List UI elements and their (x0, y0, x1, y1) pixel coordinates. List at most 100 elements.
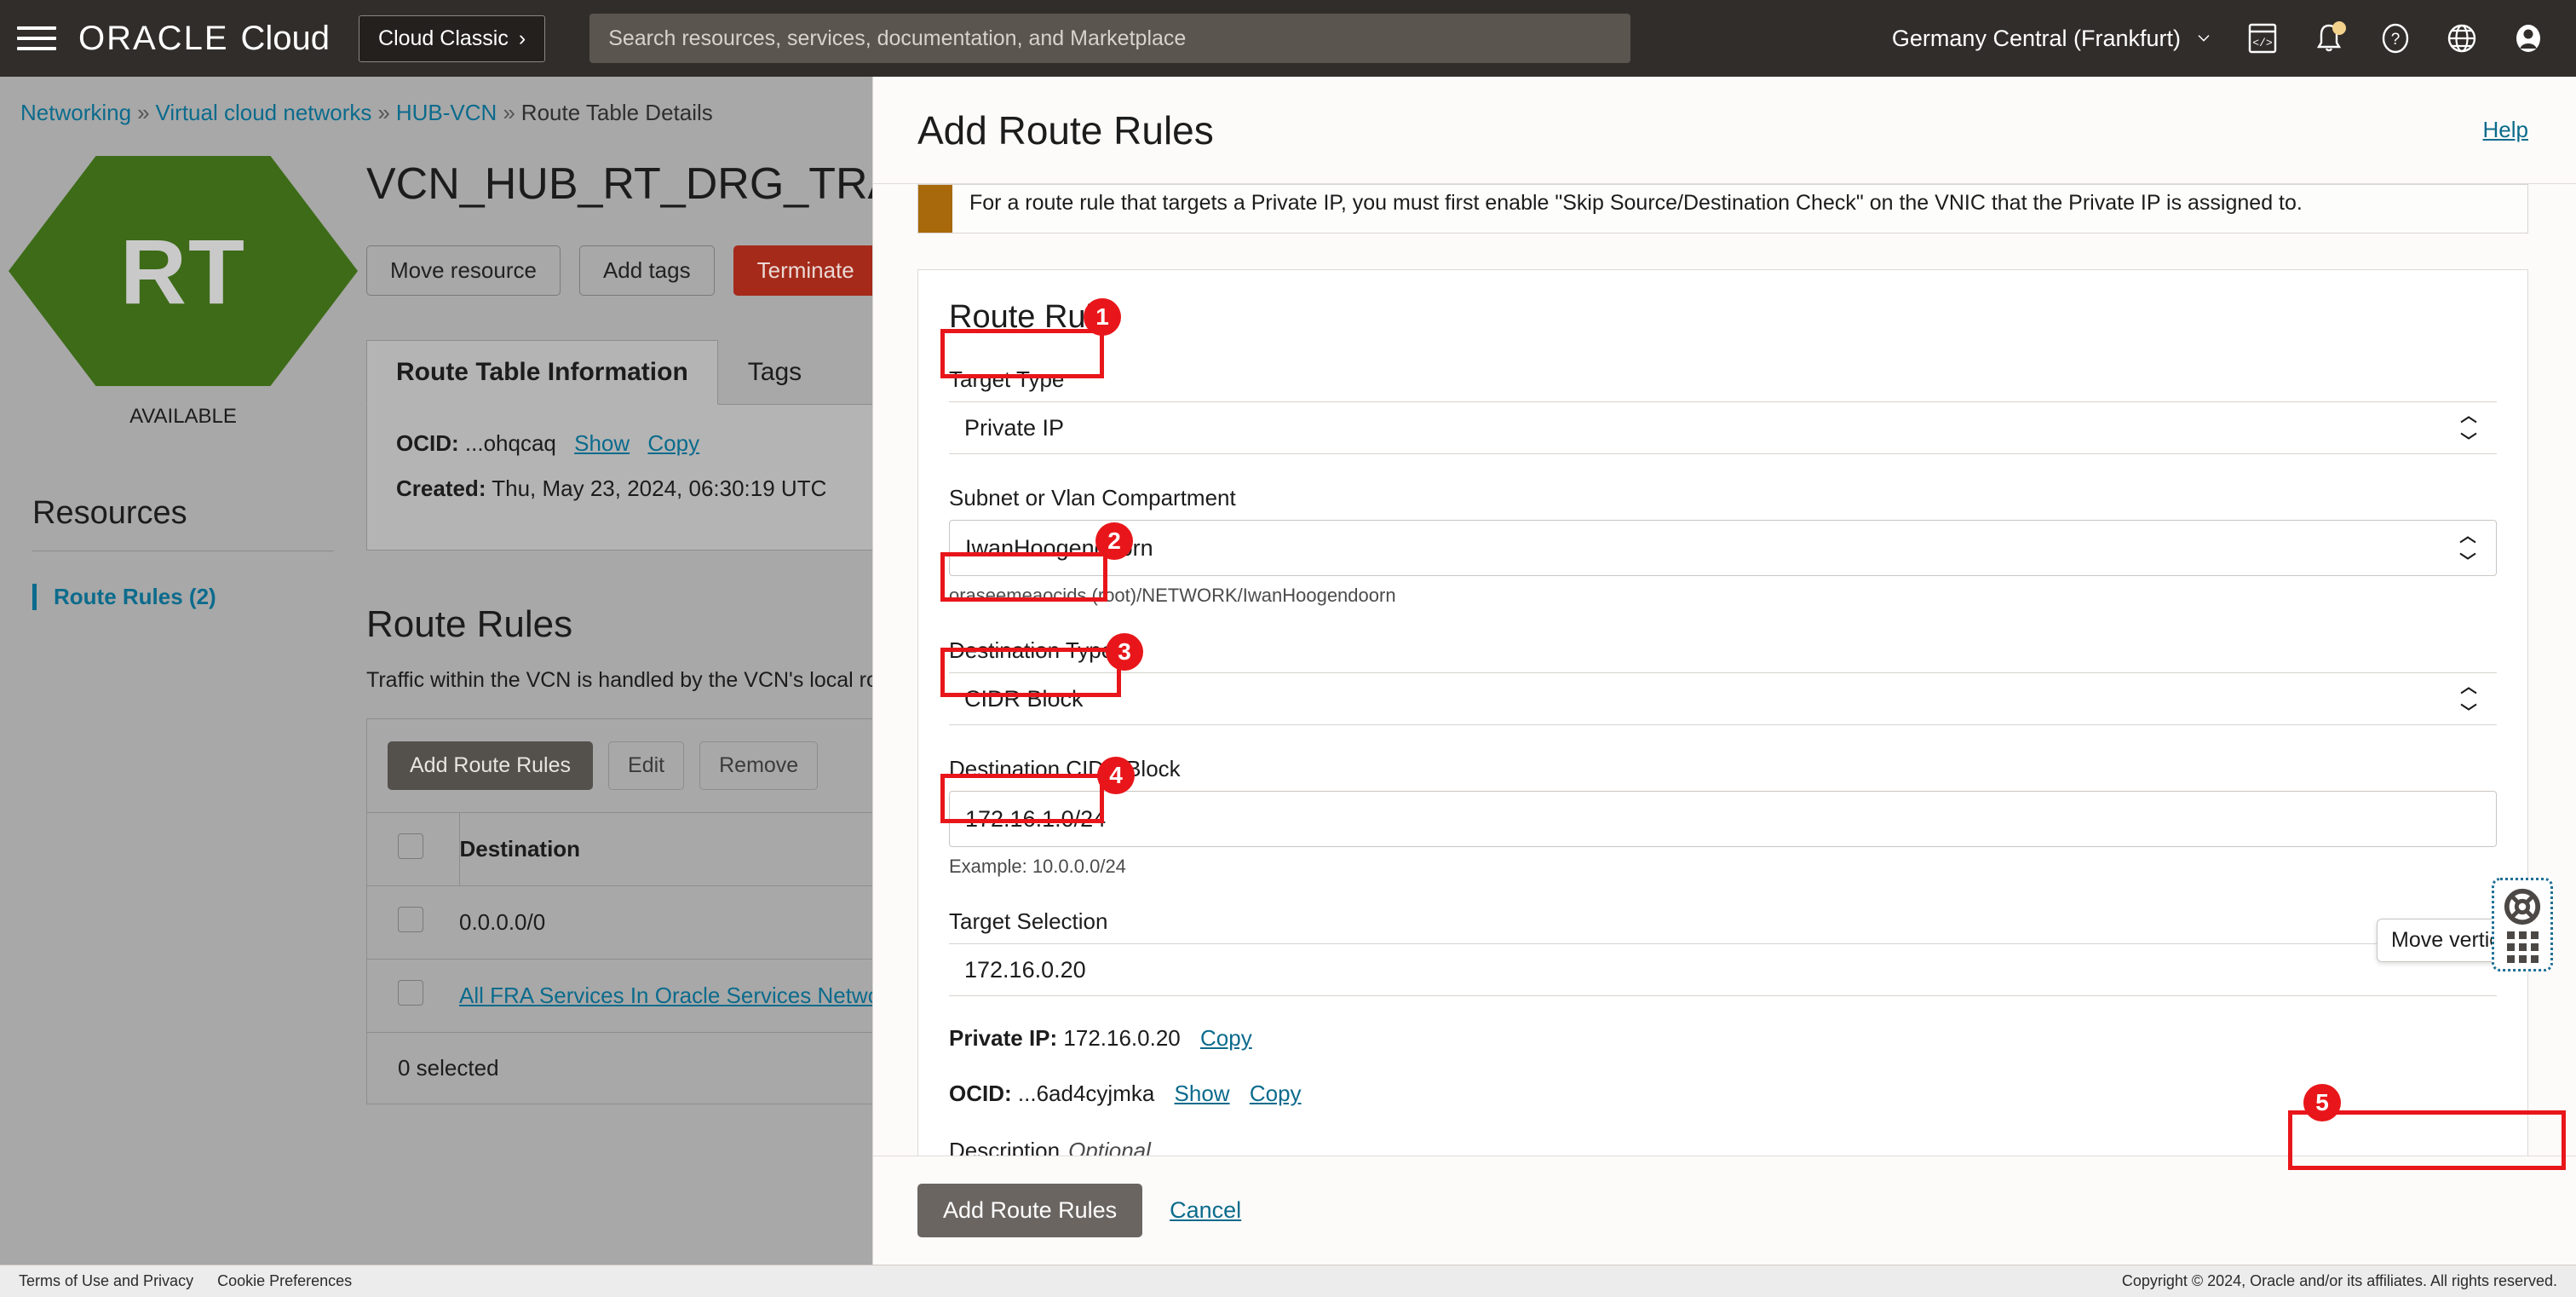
spinner-chevrons-icon[interactable] (2458, 413, 2480, 443)
private-ip-value: 172.16.0.20 (1063, 1025, 1180, 1051)
target-type-label: Target Type (949, 366, 2497, 393)
destination-type-select[interactable]: CIDR Block (949, 672, 2497, 725)
grip-dot (2507, 943, 2515, 951)
search-input[interactable] (608, 26, 1612, 51)
global-search[interactable] (589, 14, 1630, 63)
destination-cidr-helper-text: Example: 10.0.0.0/24 (949, 856, 2497, 878)
hamburger-line (17, 47, 56, 50)
add-tags-button[interactable]: Add tags (579, 245, 715, 296)
spinner-chevrons-icon[interactable] (2457, 533, 2479, 563)
hamburger-icon[interactable] (17, 19, 56, 58)
ocid-copy-link[interactable]: Copy (647, 430, 699, 456)
breadcrumb-item-networking[interactable]: Networking (20, 100, 131, 125)
support-widget[interactable] (2492, 878, 2553, 971)
annotation-marker-3: 3 (1106, 633, 1143, 671)
destination-link[interactable]: All FRA Services In Oracle Services Netw… (459, 983, 899, 1008)
breadcrumb-item-vcns[interactable]: Virtual cloud networks (156, 100, 372, 125)
grip-dot (2507, 955, 2515, 963)
code-editor-icon[interactable]: </> (2244, 20, 2281, 57)
warning-text: For a route rule that targets a Private … (952, 185, 2320, 233)
description-label: Description Optional (949, 1138, 2497, 1156)
drag-grip-icon[interactable] (2507, 931, 2539, 963)
select-all-checkbox[interactable] (398, 833, 423, 859)
description-label-text: Description (949, 1138, 1060, 1156)
top-navigation-bar: ORACLE Cloud Cloud Classic › Germany Cen… (0, 0, 2576, 77)
panel-ocid-row: OCID: ...6ad4cyjmka Show Copy (949, 1081, 2497, 1107)
spinner-chevrons-icon[interactable] (2458, 684, 2480, 714)
help-icon[interactable]: ? (2377, 20, 2414, 57)
grip-dot (2531, 931, 2539, 939)
target-selection-field: Target Selection 172.16.0.20 (949, 908, 2497, 996)
destination-cidr-label: Destination CIDR Block (949, 756, 2497, 782)
grip-dot (2519, 943, 2527, 951)
tab-route-table-information[interactable]: Route Table Information (366, 340, 718, 405)
grip-dot (2531, 943, 2539, 951)
sidebar-heading: Resources (32, 495, 358, 532)
row-checkbox[interactable] (398, 907, 423, 932)
chevron-down-icon (2193, 32, 2215, 45)
destination-type-field: Destination Type CIDR Block (949, 637, 2497, 725)
panel-header: Add Route Rules Help (873, 77, 2576, 184)
panel-ocid-copy-link[interactable]: Copy (1250, 1081, 1302, 1106)
page-footer: Terms of Use and Privacy Cookie Preferen… (0, 1265, 2576, 1297)
target-selection-label: Target Selection (949, 908, 2497, 935)
ocid-value: ...ohqcaq (465, 430, 556, 456)
oracle-cloud-logo[interactable]: ORACLE Cloud (78, 20, 330, 58)
grip-dot (2507, 931, 2515, 939)
terminate-button[interactable]: Terminate (733, 245, 878, 296)
compartment-helper-text: oraseemeaocids (root)/NETWORK/IwanHoogen… (949, 585, 2497, 607)
breadcrumb-separator: » (137, 100, 149, 125)
description-optional-tag: Optional (1068, 1138, 1151, 1156)
cancel-link[interactable]: Cancel (1170, 1197, 1241, 1224)
cloud-classic-button[interactable]: Cloud Classic › (359, 15, 545, 62)
target-type-value: Private IP (964, 415, 1064, 441)
panel-ocid-value: ...6ad4cyjmka (1018, 1081, 1154, 1106)
hamburger-line (17, 37, 56, 40)
select-all-cell (367, 813, 459, 886)
target-selection-select[interactable]: 172.16.0.20 (949, 943, 2497, 996)
cookie-preferences-link[interactable]: Cookie Preferences (217, 1272, 352, 1290)
sidebar-item-route-rules[interactable]: Route Rules (2) (32, 584, 358, 610)
help-link[interactable]: Help (2483, 117, 2528, 143)
grip-dot (2519, 931, 2527, 939)
oracle-wordmark: ORACLE (78, 20, 229, 58)
compartment-select[interactable]: IwanHoogendoorn (949, 520, 2497, 576)
breadcrumb-item-hub-vcn[interactable]: HUB-VCN (396, 100, 497, 125)
tab-tags[interactable]: Tags (718, 340, 831, 404)
destination-cidr-input[interactable]: 172.16.1.0/24 (949, 791, 2497, 847)
breadcrumb-separator: » (503, 100, 515, 125)
target-type-select[interactable]: Private IP (949, 401, 2497, 454)
remove-button[interactable]: Remove (699, 741, 818, 790)
avatar-icon[interactable] (2510, 20, 2547, 57)
breadcrumb-item-current: Route Table Details (521, 100, 713, 125)
annotation-marker-4: 4 (1097, 757, 1135, 794)
life-ring-icon (2503, 887, 2542, 926)
resource-badge-text: RT (120, 218, 246, 325)
row-checkbox[interactable] (398, 980, 423, 1006)
warning-banner: For a route rule that targets a Private … (917, 184, 2528, 233)
description-field: DescriptionOptional Maximum 255 characte… (949, 1138, 2497, 1156)
annotation-marker-5: 5 (2303, 1084, 2341, 1121)
panel-ocid-show-link[interactable]: Show (1175, 1081, 1230, 1106)
target-selection-value: 172.16.0.20 (964, 957, 1086, 983)
created-value: Thu, May 23, 2024, 06:30:19 UTC (492, 476, 826, 501)
ocid-label: OCID: (396, 430, 459, 456)
globe-icon[interactable] (2443, 20, 2481, 57)
route-rule-heading: Route Rule (949, 299, 2497, 336)
svg-text:?: ? (2391, 31, 2401, 49)
ocid-show-link[interactable]: Show (574, 430, 630, 456)
row-select-cell (367, 886, 459, 960)
add-route-rules-button[interactable]: Add Route Rules (388, 741, 593, 790)
private-ip-copy-link[interactable]: Copy (1200, 1025, 1252, 1051)
region-label: Germany Central (Frankfurt) (1892, 26, 2181, 52)
move-resource-button[interactable]: Move resource (366, 245, 561, 296)
submit-add-route-rules-button[interactable]: Add Route Rules (917, 1184, 1142, 1237)
hamburger-line (17, 26, 56, 30)
terms-link[interactable]: Terms of Use and Privacy (19, 1272, 193, 1290)
bell-icon[interactable] (2310, 20, 2348, 57)
edit-button[interactable]: Edit (608, 741, 684, 790)
region-selector[interactable]: Germany Central (Frankfurt) (1892, 26, 2215, 52)
destination-type-value: CIDR Block (964, 686, 1084, 712)
chevron-right-icon: › (519, 26, 526, 51)
private-ip-label: Private IP: (949, 1025, 1057, 1051)
